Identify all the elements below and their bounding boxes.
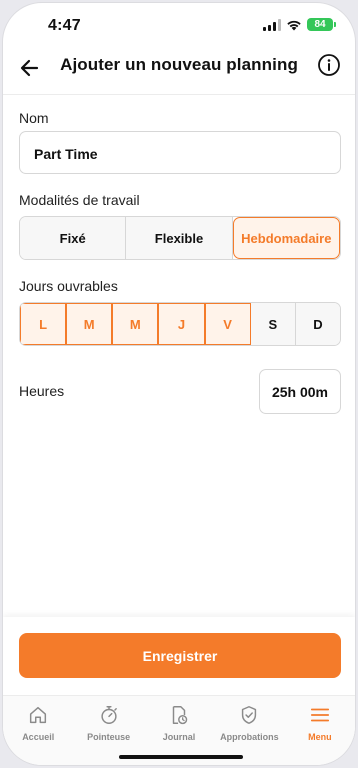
- hours-label: Heures: [19, 383, 65, 399]
- hours-field[interactable]: 25h 00m: [259, 369, 341, 414]
- header-bar: Ajouter un nouveau planning: [3, 47, 355, 95]
- menu-icon: [310, 708, 329, 722]
- working-days-label: Jours ouvrables: [19, 278, 118, 294]
- day-wednesday-toggle[interactable]: M: [112, 303, 159, 345]
- day-friday-toggle[interactable]: V: [204, 303, 251, 345]
- status-time: 4:47: [48, 17, 81, 34]
- day-tuesday-toggle[interactable]: M: [66, 303, 113, 345]
- tab-accueil[interactable]: Accueil: [3, 696, 73, 765]
- stopwatch-icon: [101, 706, 117, 724]
- cellular-signal-icon: [263, 18, 281, 31]
- tab-label-accueil: Accueil: [22, 732, 55, 742]
- tab-label-menu: Menu: [308, 732, 332, 742]
- tab-menu[interactable]: Menu: [285, 696, 355, 765]
- tab-label-pointeuse: Pointeuse: [87, 732, 131, 742]
- info-icon[interactable]: [317, 53, 341, 77]
- working-days-selector: L M M J V S D: [19, 302, 341, 346]
- status-icons: 84: [263, 18, 336, 31]
- day-sunday-toggle[interactable]: D: [295, 303, 340, 345]
- phone-screen: 4:47 84 Ajouter un nouveau planning Nom …: [2, 2, 356, 766]
- mode-flexible-button[interactable]: Flexible: [126, 217, 233, 259]
- tab-label-approbations: Approbations: [220, 732, 279, 742]
- work-mode-selector: Fixé Flexible Hebdomadaire: [19, 216, 341, 260]
- bottom-action-area: Enregistrer: [3, 617, 355, 695]
- home-icon: [30, 706, 47, 724]
- name-label: Nom: [19, 110, 49, 126]
- work-mode-label: Modalités de travail: [19, 192, 140, 208]
- day-saturday-toggle[interactable]: S: [250, 303, 296, 345]
- page-title: Ajouter un nouveau planning: [60, 55, 298, 74]
- home-indicator: [119, 755, 243, 759]
- mode-weekly-button[interactable]: Hebdomadaire: [232, 217, 340, 259]
- wifi-icon: [287, 20, 301, 30]
- day-thursday-toggle[interactable]: J: [158, 303, 205, 345]
- tab-label-journal: Journal: [162, 732, 196, 742]
- status-bar: 4:47 84: [3, 3, 355, 47]
- battery-icon: 84: [307, 18, 336, 31]
- name-field[interactable]: Part Time: [19, 131, 341, 174]
- mode-fixed-button[interactable]: Fixé: [20, 217, 127, 259]
- shield-check-icon: [242, 706, 257, 724]
- document-clock-icon: [172, 706, 188, 725]
- save-button[interactable]: Enregistrer: [19, 633, 341, 678]
- day-monday-toggle[interactable]: L: [20, 303, 67, 345]
